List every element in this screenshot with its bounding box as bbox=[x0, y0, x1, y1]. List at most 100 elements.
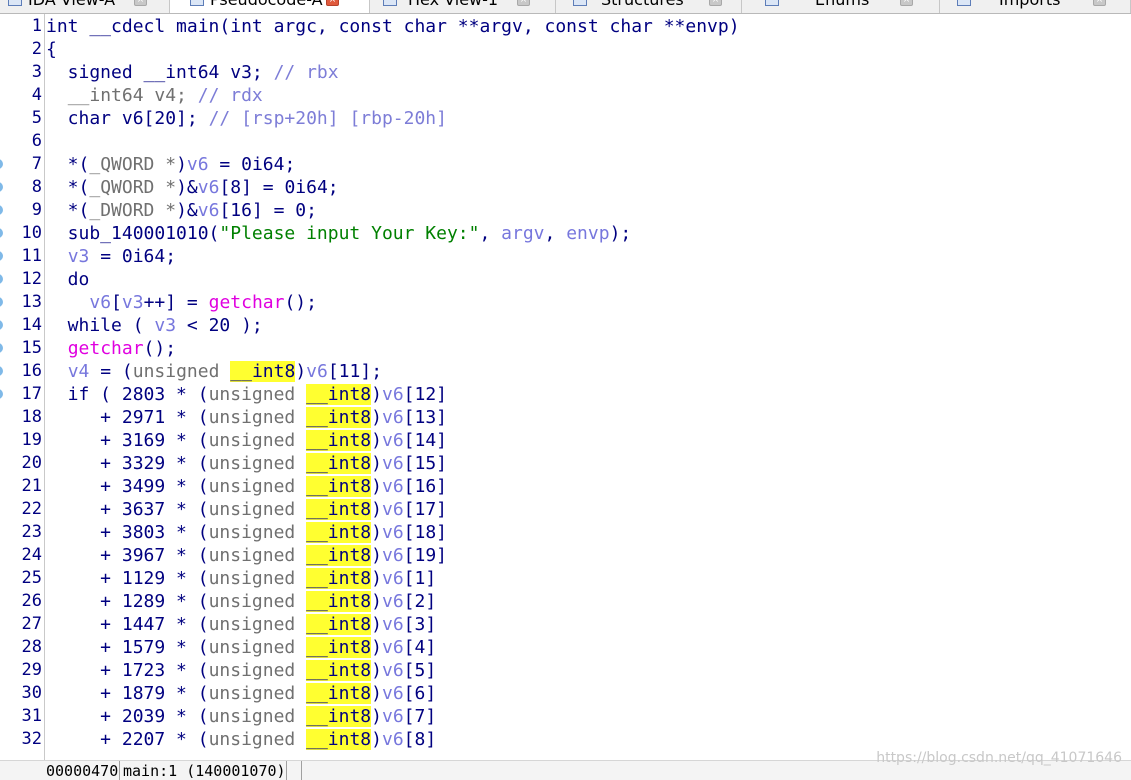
code-line[interactable]: + 1289 * (unsigned __int8)v6[2] bbox=[46, 590, 436, 613]
code-line[interactable]: + 2039 * (unsigned __int8)v6[7] bbox=[46, 705, 436, 728]
code-line[interactable]: { bbox=[46, 38, 57, 61]
code-token-var[interactable]: v6 bbox=[198, 177, 220, 198]
code-token-var[interactable]: v6 bbox=[382, 545, 404, 566]
code-token-var[interactable]: v6 bbox=[306, 361, 328, 382]
code-line[interactable]: + 1129 * (unsigned __int8)v6[1] bbox=[46, 567, 436, 590]
code-line[interactable]: int __cdecl main(int argc, const char **… bbox=[46, 15, 740, 38]
code-line[interactable]: __int64 v4; // rdx bbox=[46, 84, 263, 107]
code-line[interactable]: v4 = (unsigned __int8)v6[11]; bbox=[46, 360, 382, 383]
code-line[interactable]: while ( v3 < 20 ); bbox=[46, 314, 263, 337]
tab-ida-view-a[interactable]: IDA View-A × bbox=[0, 0, 170, 13]
code-line[interactable]: if ( 2803 * (unsigned __int8)v6[12] bbox=[46, 383, 447, 406]
code-line[interactable]: *(_QWORD *)&v6[8] = 0i64; bbox=[46, 176, 339, 199]
code-line[interactable]: + 3803 * (unsigned __int8)v6[18] bbox=[46, 521, 447, 544]
code-token-kw: = ( bbox=[89, 361, 133, 382]
code-token-kw: [8] bbox=[403, 729, 437, 750]
code-line[interactable]: + 3329 * (unsigned __int8)v6[15] bbox=[46, 452, 447, 475]
code-line[interactable]: v6[v3++] = getchar(); bbox=[46, 291, 317, 314]
code-token-var[interactable]: v6 bbox=[382, 499, 404, 520]
code-token-var[interactable]: v3 bbox=[154, 315, 176, 336]
code-line[interactable]: signed __int64 v3; // rbx bbox=[46, 61, 339, 84]
code-token-var[interactable]: v6 bbox=[382, 453, 404, 474]
close-icon[interactable]: × bbox=[326, 0, 339, 6]
code-token-kw: ) bbox=[371, 637, 382, 658]
code-line[interactable]: + 3169 * (unsigned __int8)v6[14] bbox=[46, 429, 447, 452]
code-token-fn[interactable]: getchar bbox=[68, 338, 144, 359]
code-line[interactable]: *(_DWORD *)&v6[16] = 0; bbox=[46, 199, 317, 222]
code-token-ty: unsigned bbox=[208, 545, 307, 566]
code-token-kw: + 2039 * ( bbox=[46, 706, 209, 727]
code-token-var[interactable]: v6 bbox=[382, 407, 404, 428]
code-token-var[interactable]: v6 bbox=[382, 729, 404, 750]
code-token-hl: __int8 bbox=[306, 476, 372, 497]
code-line[interactable]: getchar(); bbox=[46, 337, 176, 360]
code-line[interactable]: + 3499 * (unsigned __int8)v6[16] bbox=[46, 475, 447, 498]
code-token-fn[interactable]: getchar bbox=[209, 292, 285, 313]
code-line[interactable]: + 3967 * (unsigned __int8)v6[19] bbox=[46, 544, 447, 567]
code-token-var[interactable]: v6 bbox=[382, 522, 404, 543]
code-token-cm: // rbx bbox=[273, 62, 339, 83]
tab-structures[interactable]: Structures × bbox=[556, 0, 742, 13]
code-line[interactable]: + 1447 * (unsigned __int8)v6[3] bbox=[46, 613, 436, 636]
code-token-var[interactable]: v6 bbox=[382, 591, 404, 612]
code-token-var[interactable]: v6 bbox=[382, 614, 404, 635]
watermark: https://blog.csdn.net/qq_41071646 bbox=[876, 750, 1122, 766]
code-line[interactable]: v3 = 0i64; bbox=[46, 245, 176, 268]
code-token-ty: unsigned bbox=[208, 660, 307, 681]
close-icon[interactable]: × bbox=[900, 0, 913, 6]
close-icon[interactable]: × bbox=[517, 0, 530, 6]
code-token-var[interactable]: envp bbox=[566, 223, 609, 244]
code-token-kw: ) bbox=[371, 384, 382, 405]
code-token-var[interactable]: v6 bbox=[382, 660, 404, 681]
close-icon[interactable]: × bbox=[1093, 0, 1106, 6]
code-token-kw: [16] = 0; bbox=[219, 200, 317, 221]
pseudocode-view[interactable]: int __cdecl main(int argc, const char **… bbox=[46, 14, 1131, 760]
code-line[interactable]: + 1723 * (unsigned __int8)v6[5] bbox=[46, 659, 436, 682]
code-token-hl: __int8 bbox=[230, 361, 296, 382]
code-token-kw: ) bbox=[295, 361, 307, 382]
code-token-kw: ) bbox=[371, 591, 382, 612]
code-token-kw: [18] bbox=[403, 522, 448, 543]
code-token-var[interactable]: v6 bbox=[89, 292, 111, 313]
code-token-kw: ) bbox=[371, 568, 382, 589]
close-icon[interactable]: × bbox=[709, 0, 722, 6]
code-token-kw: ) bbox=[371, 729, 382, 750]
code-line[interactable]: + 2971 * (unsigned __int8)v6[13] bbox=[46, 406, 447, 429]
code-token-var[interactable]: v6 bbox=[382, 476, 404, 497]
code-token-var[interactable]: v6 bbox=[382, 430, 404, 451]
line-number: 12 bbox=[21, 269, 42, 289]
tab-imports[interactable]: Imports × bbox=[940, 0, 1131, 13]
code-token-ty: _DWORD * bbox=[89, 200, 177, 221]
code-token-var[interactable]: v6 bbox=[382, 683, 404, 704]
code-token-kw bbox=[46, 292, 89, 313]
tab-bar: IDA View-A×Pseudocode-A×Hex View-1×Struc… bbox=[0, 0, 1131, 14]
tab-hex-view-1[interactable]: Hex View-1 × bbox=[370, 0, 556, 13]
code-line[interactable]: do bbox=[46, 268, 90, 291]
line-number: 24 bbox=[21, 545, 42, 565]
code-line[interactable]: + 1579 * (unsigned __int8)v6[4] bbox=[46, 636, 436, 659]
code-token-var[interactable]: v6 bbox=[198, 200, 220, 221]
code-token-kw: ) bbox=[371, 453, 382, 474]
code-line[interactable]: sub_140001010("Please input Your Key:", … bbox=[46, 222, 632, 245]
code-token-var[interactable]: v3 bbox=[68, 246, 90, 267]
code-token-var[interactable]: v6 bbox=[187, 154, 209, 175]
code-line[interactable]: + 3637 * (unsigned __int8)v6[17] bbox=[46, 498, 447, 521]
code-token-var[interactable]: v6 bbox=[382, 706, 404, 727]
tab-view-icon bbox=[765, 0, 779, 6]
code-token-var[interactable]: v6 bbox=[382, 637, 404, 658]
code-line[interactable]: *(_QWORD *)v6 = 0i64; bbox=[46, 153, 296, 176]
code-token-var[interactable]: v6 bbox=[382, 568, 404, 589]
code-token-var[interactable]: v3 bbox=[122, 292, 144, 313]
status-offset: 00000470 bbox=[46, 761, 120, 780]
code-token-var[interactable]: argv bbox=[501, 223, 544, 244]
code-token-var[interactable]: v4 bbox=[68, 361, 90, 382]
code-line[interactable]: + 2207 * (unsigned __int8)v6[8] bbox=[46, 728, 436, 751]
code-token-kw: + 3803 * ( bbox=[46, 522, 209, 543]
code-token-var[interactable]: v6 bbox=[382, 384, 404, 405]
code-line[interactable]: + 1879 * (unsigned __int8)v6[6] bbox=[46, 682, 436, 705]
code-token-kw: [14] bbox=[403, 430, 448, 451]
tab-pseudocode-a[interactable]: Pseudocode-A× bbox=[170, 0, 370, 13]
close-icon[interactable]: × bbox=[134, 0, 147, 6]
tab-enums[interactable]: Enums × bbox=[742, 0, 940, 13]
code-line[interactable]: char v6[20]; // [rsp+20h] [rbp-20h] bbox=[46, 107, 447, 130]
